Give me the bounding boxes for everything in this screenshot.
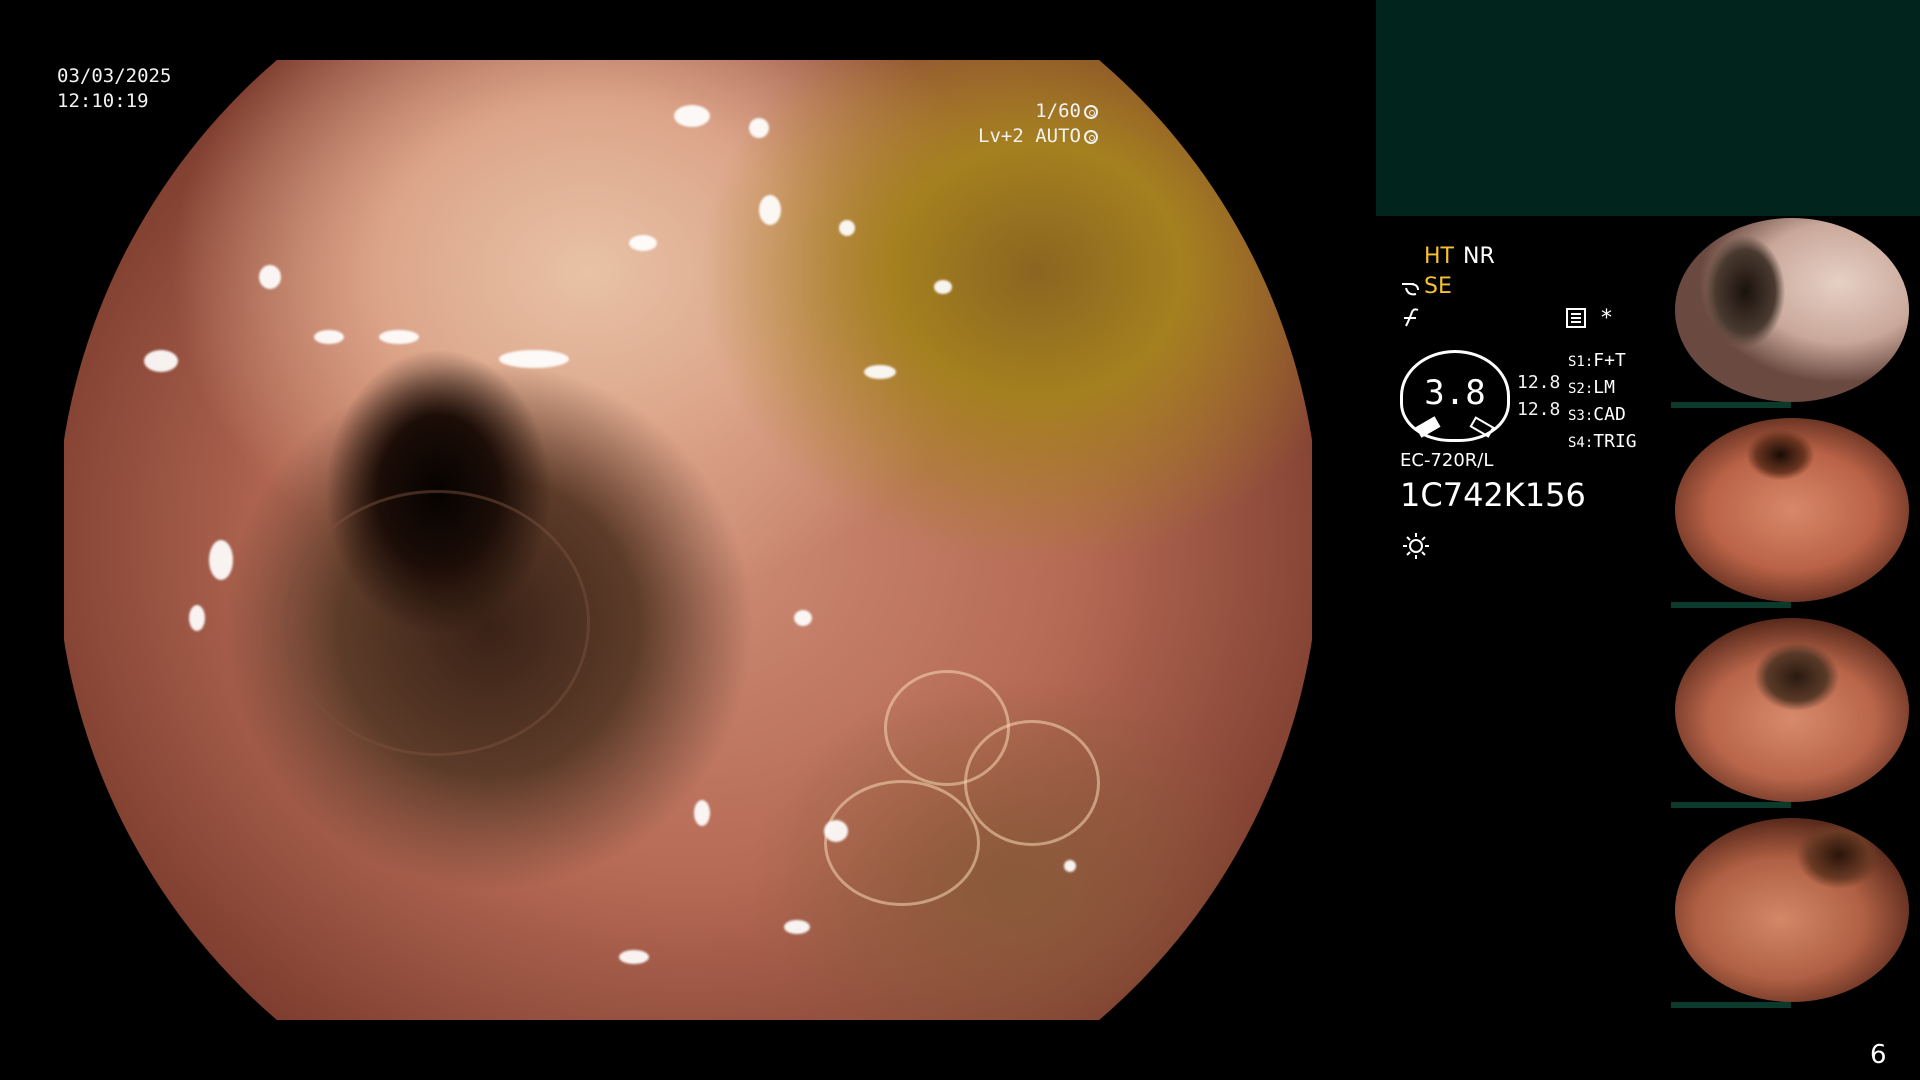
shutter-text: 1/60 <box>1035 100 1081 122</box>
thumbnail-image <box>1675 418 1909 602</box>
thumbnail-bar <box>1671 402 1791 408</box>
thumbnail-bar <box>1671 602 1791 608</box>
glare-spot <box>499 350 569 368</box>
switch-s4: S4:TRIG <box>1568 429 1637 456</box>
switch-value: LM <box>1593 377 1615 398</box>
glare-spot <box>784 920 810 934</box>
switch-s2: S2:LM <box>1568 375 1637 402</box>
glare-spot <box>259 265 281 289</box>
glare-spot <box>1064 860 1076 872</box>
switch-assignments: S1:F+T S2:LM S3:CAD S4:TRIG <box>1568 348 1637 456</box>
gauge-left-marker <box>1415 416 1441 438</box>
gauge-right-marker <box>1469 416 1495 438</box>
switch-label: S4: <box>1568 435 1594 451</box>
brightness-icon <box>1403 533 1429 559</box>
scope-serial: 1C742K156 <box>1400 476 1586 514</box>
glare-spot <box>839 220 855 236</box>
thumbnail-image <box>1675 818 1909 1002</box>
switch-label: S1: <box>1568 354 1594 370</box>
se-indicator: SE <box>1424 274 1452 299</box>
flicker-icon <box>1404 308 1419 327</box>
datetime-readout: 03/03/2025 12:10:19 <box>57 64 171 114</box>
endoscope-live-view <box>64 60 1312 1020</box>
switch-value: TRIG <box>1593 431 1637 452</box>
glare-spot <box>824 820 848 842</box>
value-2: 12.8 <box>1517 399 1561 420</box>
switch-value: CAD <box>1593 404 1626 425</box>
glare-spot <box>379 330 419 344</box>
capture-thumbnail[interactable] <box>1671 616 1913 808</box>
glare-spot <box>144 350 178 372</box>
ht-indicator: HT <box>1424 244 1454 269</box>
glare-spot <box>209 540 233 580</box>
mucosal-fold <box>284 490 590 756</box>
switch-s3: S3:CAD <box>1568 402 1637 429</box>
asterisk-indicator: * <box>1601 306 1612 331</box>
auto-iris-icon <box>1084 129 1098 144</box>
scope-model: EC-720R/L <box>1400 450 1494 471</box>
glare-spot <box>694 800 710 826</box>
thumbnail-image <box>1675 618 1909 802</box>
date-text: 03/03/2025 <box>57 65 172 87</box>
switch-s1: S1:F+T <box>1568 348 1637 375</box>
thumbnail-bar <box>1671 802 1791 808</box>
nr-indicator: NR <box>1463 244 1495 269</box>
capture-thumbnail[interactable] <box>1671 416 1913 608</box>
glare-spot <box>629 235 657 251</box>
capture-thumbnail[interactable] <box>1671 816 1913 1008</box>
level-text: Lv+2 AUTO <box>978 125 1081 147</box>
page-number: 6 <box>1870 1040 1887 1070</box>
capture-thumbnail[interactable] <box>1671 216 1913 408</box>
shutter-icon <box>1084 104 1098 119</box>
info-header-panel <box>1376 0 1920 216</box>
glare-spot <box>759 195 781 225</box>
mucosal-fold <box>824 780 980 906</box>
glare-spot <box>794 610 812 626</box>
thumbnail-image <box>1675 218 1909 402</box>
value-1: 12.8 <box>1517 372 1561 393</box>
glare-spot <box>934 280 952 294</box>
switch-label: S3: <box>1568 408 1594 424</box>
zoom-gauge: 3.8 <box>1400 350 1510 442</box>
glare-spot <box>749 118 769 138</box>
glare-spot <box>189 605 205 631</box>
glare-spot <box>314 330 344 344</box>
mucosal-fold <box>964 720 1100 846</box>
memo-icon <box>1566 308 1586 328</box>
switch-label: S2: <box>1568 381 1594 397</box>
time-text: 12:10:19 <box>57 90 149 112</box>
hook-icon <box>1402 283 1419 296</box>
thumbnail-bar <box>1671 1002 1791 1008</box>
exposure-readout: 1/60 Lv+2 AUTO <box>978 99 1098 149</box>
glare-spot <box>674 105 710 127</box>
glare-spot <box>619 950 649 964</box>
gauge-value: 3.8 <box>1424 373 1486 413</box>
switch-value: F+T <box>1593 350 1626 371</box>
glare-spot <box>864 365 896 379</box>
